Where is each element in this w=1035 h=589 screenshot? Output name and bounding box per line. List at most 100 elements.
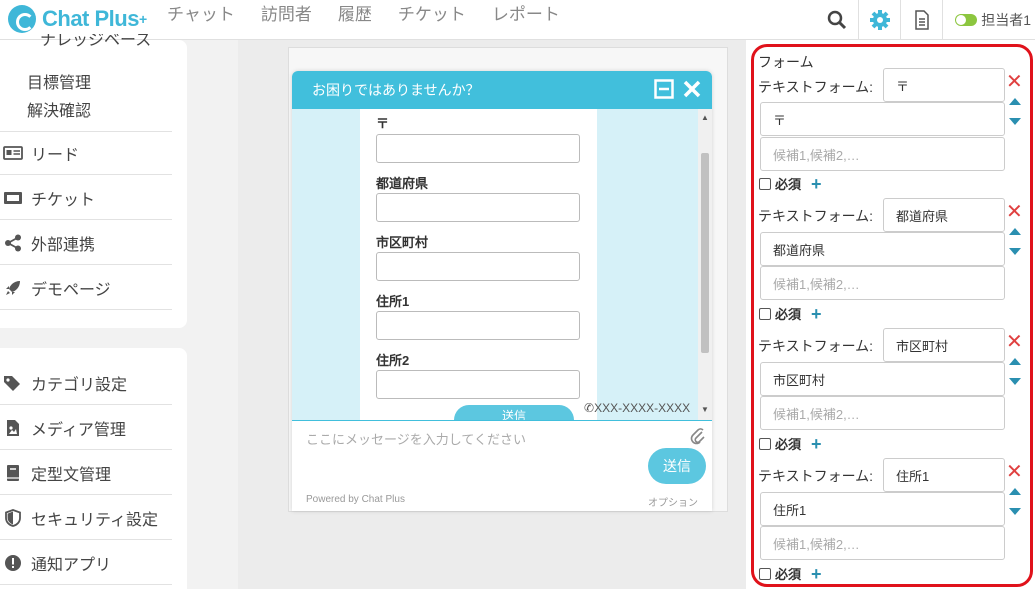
form-input-address2[interactable] xyxy=(376,370,580,399)
sidebar-item-label: リード xyxy=(31,147,80,164)
form-item-label-input[interactable]: 市区町村 xyxy=(760,362,1005,396)
delete-icon[interactable]: ✕ xyxy=(1006,202,1023,222)
ticket-icon xyxy=(3,188,23,208)
move-down-icon[interactable] xyxy=(1009,118,1021,125)
move-up-icon[interactable] xyxy=(1009,98,1021,105)
main-nav: チャット 訪問者 履歴 チケット レポート xyxy=(167,4,586,26)
nav-reports[interactable]: レポート xyxy=(492,4,560,26)
phone-icon: ✆ xyxy=(584,401,595,415)
close-icon[interactable] xyxy=(682,79,702,99)
settings-button[interactable] xyxy=(858,0,900,40)
sidebar-item-demo-page[interactable]: デモページ xyxy=(0,266,172,310)
nav-history[interactable]: 履歴 xyxy=(338,4,372,26)
sidebar-subitem-goals[interactable]: 目標管理 xyxy=(27,69,91,93)
nav-tickets[interactable]: チケット xyxy=(398,4,466,26)
scroll-thumb[interactable] xyxy=(701,153,709,353)
required-checkbox[interactable] xyxy=(759,307,771,320)
sidebar-item-category-settings[interactable]: カテゴリ設定 xyxy=(0,361,172,405)
add-icon[interactable]: + xyxy=(811,435,822,453)
top-icons: 担当者1 xyxy=(816,0,1035,40)
move-up-icon[interactable] xyxy=(1009,358,1021,365)
form-item-label-input[interactable]: 都道府県 xyxy=(760,232,1005,266)
add-icon[interactable]: + xyxy=(811,175,822,193)
agent-status[interactable]: 担当者1 xyxy=(942,0,1035,40)
delete-icon[interactable]: ✕ xyxy=(1006,332,1023,352)
attachment-icon[interactable] xyxy=(690,427,706,445)
required-option[interactable]: 必須 + xyxy=(759,174,822,193)
form-item-type-label: テキストフォーム: xyxy=(758,468,874,484)
phone-number: ✆XXX-XXXX-XXXX xyxy=(584,401,690,415)
search-button[interactable] xyxy=(816,0,858,40)
form-item-candidates-input[interactable]: 候補1,候補2,… xyxy=(760,137,1005,171)
sidebar-item-leads[interactable]: リード xyxy=(0,131,172,175)
form-item-candidates-input[interactable]: 候補1,候補2,… xyxy=(760,526,1005,560)
required-option[interactable]: 必須 + xyxy=(759,434,822,453)
sidebar-item-label: カテゴリ設定 xyxy=(31,376,128,394)
chat-widget: お困りではありませんか？ 〒 都道府県 市区町村 住所1 住所2 送信 ✆XXX… xyxy=(292,71,712,511)
chat-controls xyxy=(654,79,702,99)
book-icon xyxy=(3,463,23,483)
move-down-icon[interactable] xyxy=(1009,508,1021,515)
required-option[interactable]: 必須 + xyxy=(759,564,822,583)
sidebar-item-notification-app[interactable]: 通知アプリ xyxy=(0,541,172,585)
required-label: 必須 xyxy=(775,177,802,192)
sidebar-item-tickets[interactable]: チケット xyxy=(0,176,172,220)
send-button[interactable]: 送信 xyxy=(648,448,706,484)
media-file-icon xyxy=(3,418,23,438)
option-link[interactable]: オプション xyxy=(648,494,698,509)
required-label: 必須 xyxy=(775,567,802,582)
delete-icon[interactable]: ✕ xyxy=(1006,462,1023,482)
form-item-name-input[interactable]: 住所1 xyxy=(883,458,1005,492)
sidebar-item-integrations[interactable]: 外部連携 xyxy=(0,221,172,265)
form-item-type-label: テキストフォーム: xyxy=(758,338,874,354)
required-checkbox[interactable] xyxy=(759,177,771,190)
sidebar-item-media[interactable]: メディア管理 xyxy=(0,406,172,450)
form-input-address1[interactable] xyxy=(376,311,580,340)
form-item-name-input[interactable]: 市区町村 xyxy=(883,328,1005,362)
sidebar-card-2: カテゴリ設定 メディア管理 定型文管理 セキュリティ設定 通知アプリ xyxy=(0,348,187,589)
nav-chat[interactable]: チャット xyxy=(167,4,235,26)
chat-scrollbar[interactable]: ▲ ▼ xyxy=(698,109,712,420)
tag-icon xyxy=(3,373,23,393)
top-bar: Chat Plus + チャット 訪問者 履歴 チケット レポート 担当者1 xyxy=(0,0,1035,40)
sidebar-item-security[interactable]: セキュリティ設定 xyxy=(0,496,172,540)
message-input[interactable]: ここにメッセージを入力してください xyxy=(306,429,526,448)
add-icon[interactable]: + xyxy=(811,305,822,323)
form-item-name-input[interactable]: 都道府県 xyxy=(883,198,1005,232)
form-item-label-input[interactable]: 住所1 xyxy=(760,492,1005,526)
sidebar-subitem-knowledge-base[interactable]: ナレッジベース xyxy=(40,34,151,50)
scroll-down-icon[interactable]: ▼ xyxy=(701,405,709,414)
move-up-icon[interactable] xyxy=(1009,228,1021,235)
search-icon xyxy=(827,10,847,30)
move-down-icon[interactable] xyxy=(1009,378,1021,385)
form-input-postal[interactable] xyxy=(376,134,580,163)
form-label-city: 市区町村 xyxy=(376,235,429,250)
form-item-candidates-input[interactable]: 候補1,候補2,… xyxy=(760,396,1005,430)
form-label-postal: 〒 xyxy=(376,116,390,131)
sidebar-item-label: セキュリティ設定 xyxy=(31,511,159,529)
status-toggle-icon xyxy=(955,14,978,26)
delete-icon[interactable]: ✕ xyxy=(1006,72,1023,92)
logo[interactable]: Chat Plus + xyxy=(8,4,147,34)
required-option[interactable]: 必須 + xyxy=(759,304,822,323)
required-checkbox[interactable] xyxy=(759,437,771,450)
nav-visitors[interactable]: 訪問者 xyxy=(261,4,312,26)
move-up-icon[interactable] xyxy=(1009,488,1021,495)
form-item-label-input[interactable]: 〒 xyxy=(760,102,1005,136)
phone-text: XXX-XXXX-XXXX xyxy=(594,401,691,415)
document-button[interactable] xyxy=(900,0,942,40)
move-down-icon[interactable] xyxy=(1009,248,1021,255)
chat-header: お困りではありませんか？ xyxy=(292,71,712,109)
sidebar-item-templates[interactable]: 定型文管理 xyxy=(0,451,172,495)
scroll-up-icon[interactable]: ▲ xyxy=(701,113,709,122)
add-icon[interactable]: + xyxy=(811,565,822,583)
form-item-candidates-input[interactable]: 候補1,候補2,… xyxy=(760,266,1005,300)
required-checkbox[interactable] xyxy=(759,567,771,580)
form-input-city[interactable] xyxy=(376,252,580,281)
form-input-prefecture[interactable] xyxy=(376,193,580,222)
minimize-icon[interactable] xyxy=(654,79,674,99)
sidebar-item-label: 外部連携 xyxy=(31,236,96,254)
sidebar-subitem-resolution[interactable]: 解決確認 xyxy=(27,97,91,121)
form-item-name-input[interactable]: 〒 xyxy=(883,68,1005,102)
chat-plus-logo-icon xyxy=(8,5,36,33)
